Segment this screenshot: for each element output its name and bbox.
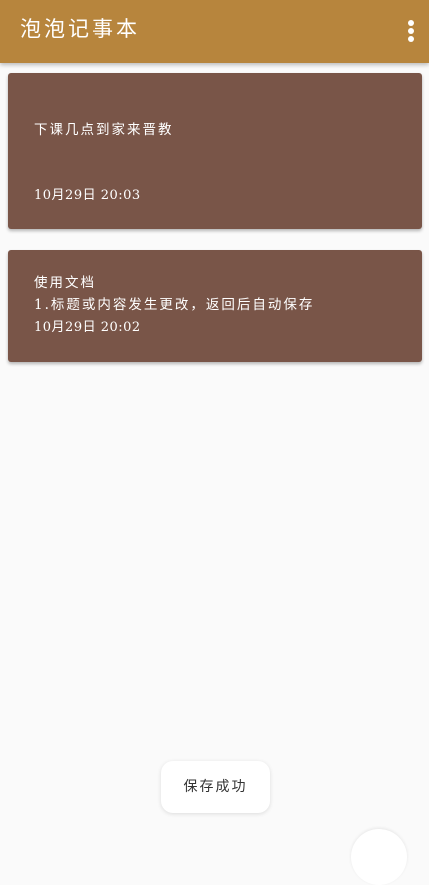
app-bar: 泡泡记事本	[0, 0, 429, 63]
note-card[interactable]: 使用文档 1.标题或内容发生更改，返回后自动保存 10月29日 20:02	[8, 250, 422, 362]
overflow-menu-button[interactable]	[405, 16, 417, 46]
toast-message: 保存成功	[161, 761, 270, 813]
note-card[interactable]: 下课几点到家来晋教 10月29日 20:03	[8, 73, 422, 229]
note-content: 下课几点到家来晋教	[34, 122, 174, 138]
note-date: 10月29日 20:03	[34, 188, 141, 203]
note-content: 使用文档 1.标题或内容发生更改，返回后自动保存	[34, 275, 315, 313]
app-title: 泡泡记事本	[20, 17, 140, 41]
add-note-button[interactable]	[351, 829, 407, 885]
note-date: 10月29日 20:02	[34, 320, 141, 335]
